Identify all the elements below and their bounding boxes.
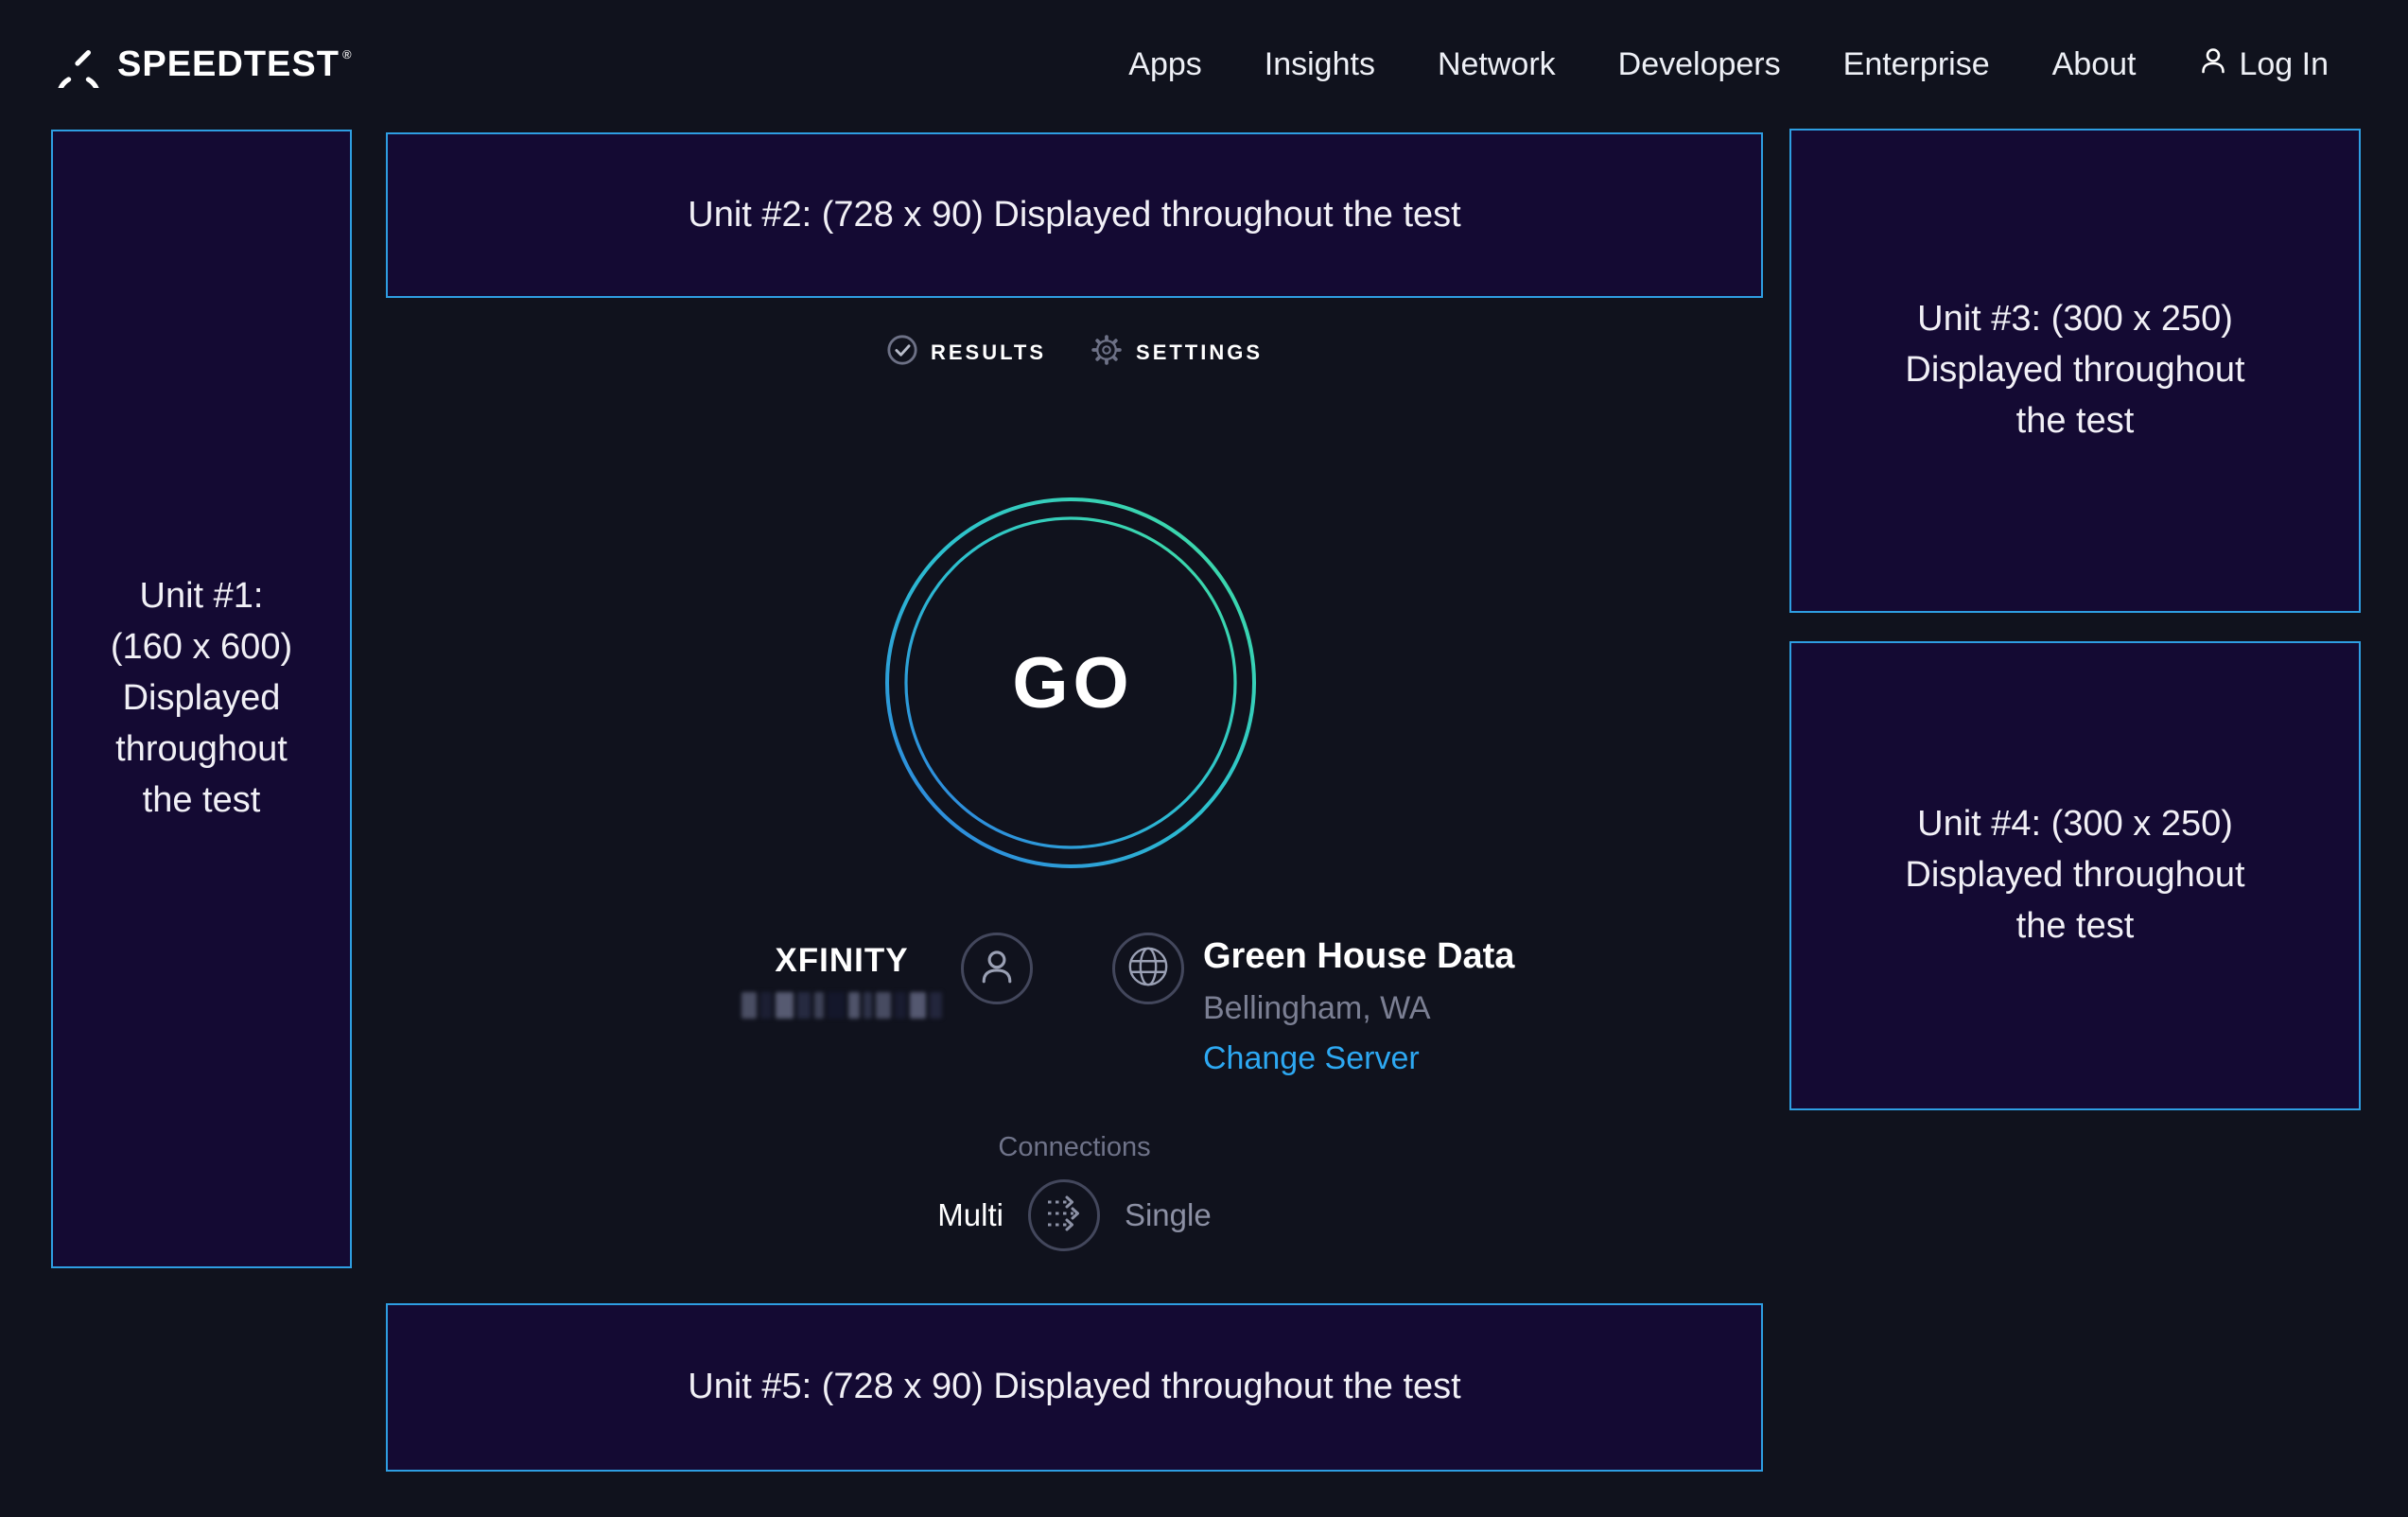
speedtest-page: SPEEDTEST® Apps Insights Network Develop… <box>0 0 2408 1517</box>
ad-unit-1[interactable]: Unit #1: (160 x 600) Displayed throughou… <box>51 130 352 1268</box>
connection-mode-single[interactable]: Single <box>1125 1197 1212 1233</box>
nav-item-developers[interactable]: Developers <box>1618 46 1781 83</box>
ad-unit-5-label: Unit #5: (728 x 90) Displayed throughout… <box>688 1362 1460 1413</box>
ad-unit-4[interactable]: Unit #4: (300 x 250) Displayed throughou… <box>1789 641 2361 1110</box>
go-button[interactable]: GO <box>881 494 1260 872</box>
ad-unit-1-label: Unit #1: (160 x 600) Displayed throughou… <box>100 571 304 827</box>
connection-mode-toggle[interactable] <box>1028 1179 1100 1251</box>
server-globe-badge <box>1112 933 1184 1004</box>
provider-block: XFINITY <box>742 933 1033 1019</box>
results-label: RESULTS <box>931 340 1046 365</box>
main-nav: Apps Insights Network Developers Enterpr… <box>1128 45 2329 84</box>
nav-item-about[interactable]: About <box>2052 46 2137 83</box>
connections-label: Connections <box>998 1132 1150 1162</box>
connections-row: Multi <box>937 1179 1211 1251</box>
gear-icon <box>1090 333 1124 372</box>
ad-unit-5[interactable]: Unit #5: (728 x 90) Displayed throughout… <box>386 1303 1763 1472</box>
ad-unit-3-label: Unit #3: (300 x 250) Displayed throughou… <box>1881 294 2269 447</box>
multi-arrows-icon <box>1031 1180 1097 1251</box>
speedometer-icon <box>53 37 104 93</box>
ad-unit-2[interactable]: Unit #2: (728 x 90) Displayed throughout… <box>386 132 1763 298</box>
connection-mode-multi[interactable]: Multi <box>937 1197 1003 1233</box>
nav-item-apps[interactable]: Apps <box>1128 46 1202 83</box>
redacted-ip <box>742 992 942 1019</box>
change-server-link[interactable]: Change Server <box>1203 1039 1514 1077</box>
connections-section: Connections Multi <box>386 1132 1763 1251</box>
server-block: Green House Data Bellingham, WA Change S… <box>1112 933 1514 1077</box>
nav-item-network[interactable]: Network <box>1438 46 1556 83</box>
logo-text: SPEEDTEST® <box>117 44 353 85</box>
check-circle-icon <box>886 334 918 371</box>
server-location: Bellingham, WA <box>1203 989 1514 1027</box>
trademark-symbol: ® <box>342 47 353 61</box>
nav-item-enterprise[interactable]: Enterprise <box>1843 46 1990 83</box>
globe-icon <box>1126 945 1170 993</box>
go-button-label: GO <box>881 494 1260 872</box>
server-name: Green House Data <box>1203 934 1514 978</box>
ad-unit-4-label: Unit #4: (300 x 250) Displayed throughou… <box>1881 799 2269 952</box>
provider-avatar <box>961 933 1033 1004</box>
login-label: Log In <box>2239 46 2329 83</box>
settings-label: SETTINGS <box>1136 340 1263 365</box>
ad-unit-3[interactable]: Unit #3: (300 x 250) Displayed throughou… <box>1789 129 2361 613</box>
person-icon <box>977 947 1017 991</box>
tabs-row: RESULTS <box>386 333 1763 372</box>
provider-name: XFINITY <box>775 941 908 981</box>
user-icon <box>2198 45 2228 84</box>
tab-settings[interactable]: SETTINGS <box>1090 333 1263 372</box>
header: SPEEDTEST® Apps Insights Network Develop… <box>0 0 2408 129</box>
speedtest-logo[interactable]: SPEEDTEST® <box>53 37 353 93</box>
nav-item-insights[interactable]: Insights <box>1265 46 1375 83</box>
ad-unit-2-label: Unit #2: (728 x 90) Displayed throughout… <box>688 190 1460 241</box>
login-button[interactable]: Log In <box>2198 45 2329 84</box>
tab-results[interactable]: RESULTS <box>886 334 1046 371</box>
